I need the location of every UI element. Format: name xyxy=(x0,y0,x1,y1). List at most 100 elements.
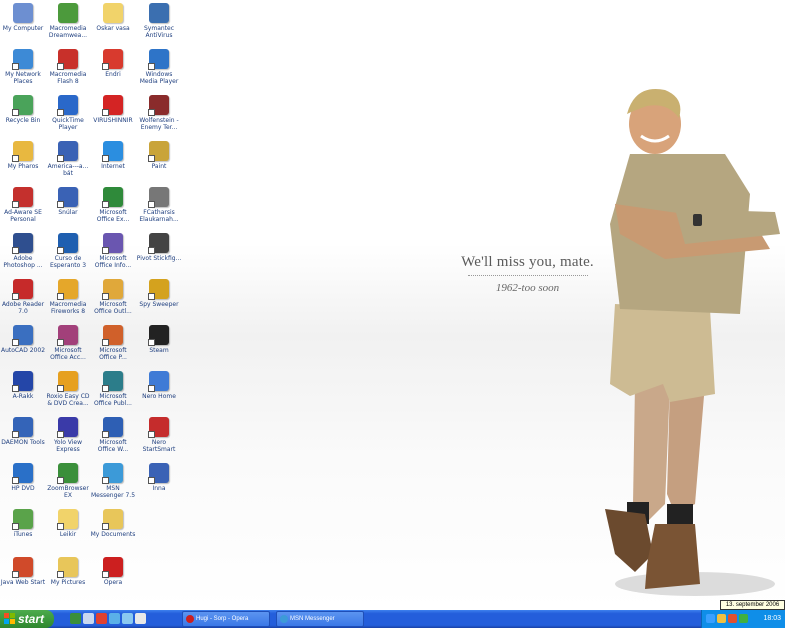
taskbar-task-button[interactable]: MSN Messenger xyxy=(276,611,364,627)
desktop-icon[interactable]: Opera xyxy=(90,556,136,586)
desktop-icon[interactable]: My Documents xyxy=(90,508,136,538)
desktop-icon-label: Steam xyxy=(149,347,169,354)
desktop-icon[interactable]: Curso de Esperanto 3 xyxy=(45,232,91,269)
adobe-reader-icon xyxy=(12,279,33,300)
desktop-icon[interactable]: Paint xyxy=(136,140,182,170)
desktop-icon[interactable]: A-Rakk xyxy=(0,370,46,400)
opera-icon xyxy=(186,615,194,623)
messenger-icon[interactable] xyxy=(109,613,120,624)
desktop-icon[interactable]: My Computer xyxy=(0,2,46,32)
desktop-icon-label: Microsoft Office Publ... xyxy=(94,393,132,407)
opera-icon[interactable] xyxy=(135,613,146,624)
tray-antivirus-icon[interactable] xyxy=(717,614,726,623)
desktop-icon[interactable]: Microsoft Office Ex... xyxy=(90,186,136,223)
desktop-icon[interactable]: VIRUSHINNIR xyxy=(90,94,136,124)
desktop-icon[interactable]: Macromedia Flash 8 xyxy=(45,48,91,85)
desktop-icon[interactable]: Wolfenstein - Enemy Ter... xyxy=(136,94,182,131)
desktop-icon[interactable]: Leikir xyxy=(45,508,91,538)
zoombrowser-icon xyxy=(57,463,78,484)
desktop-icon[interactable]: Recycle Bin xyxy=(0,94,46,124)
desktop-icon[interactable]: Macromedia Fireworks 8 xyxy=(45,278,91,315)
desktop-icon[interactable]: Pivot Stickfig... xyxy=(136,232,182,262)
desktop-icon-label: Microsoft Office Outl... xyxy=(94,301,132,315)
desktop-icon[interactable]: Java Web Start xyxy=(0,556,46,586)
desktop-icon-label: My Documents xyxy=(90,531,136,538)
tray-security-icon[interactable] xyxy=(728,614,737,623)
taskbar-task-button[interactable]: Hugi - Sorp - Opera xyxy=(182,611,270,627)
media-player-icon[interactable] xyxy=(96,613,107,624)
msn-icon xyxy=(280,615,288,623)
desktop-icon[interactable]: America---a... bát xyxy=(45,140,91,177)
desktop-icon[interactable]: Roxio Easy CD & DVD Crea... xyxy=(45,370,91,407)
desktop-icon-label: Yolo View Express xyxy=(53,439,83,453)
desktop-icon[interactable]: Macromedia Dreamwea... xyxy=(45,2,91,39)
start-button[interactable]: start xyxy=(0,610,54,628)
desktop-icon[interactable]: Yolo View Express xyxy=(45,416,91,453)
desktop-icon[interactable]: Steam xyxy=(136,324,182,354)
steam-icon xyxy=(148,325,169,346)
msn-icon xyxy=(102,463,123,484)
desktop-icon[interactable]: Microsoft Office Acc... xyxy=(45,324,91,361)
desktop-icon-label: Wolfenstein - Enemy Ter... xyxy=(139,117,179,131)
network-icon xyxy=(12,49,33,70)
desktop-icon-label: Oskar vasa xyxy=(96,25,130,32)
spy-sweeper-icon xyxy=(148,279,169,300)
desktop-icon[interactable]: Microsoft Office Publ... xyxy=(90,370,136,407)
tray-network-icon[interactable] xyxy=(706,614,715,623)
desktop-icon-label: Snúlar xyxy=(58,209,78,216)
desktop-icon[interactable]: Microsoft Office P... xyxy=(90,324,136,361)
desktop-icon-label: QuickTime Player xyxy=(52,117,84,131)
desktop-icon[interactable]: FCatharsis Elaukarnah... xyxy=(136,186,182,223)
desktop-icon[interactable]: ZoomBrowser EX xyxy=(45,462,91,499)
desktop-icon-label: Macromedia Flash 8 xyxy=(49,71,87,85)
desktop-icon[interactable]: AutoCAD 2002 xyxy=(0,324,46,354)
desktop-icon-label: A-Rakk xyxy=(12,393,34,400)
desktop-icon[interactable]: Nero Home xyxy=(136,370,182,400)
desktop-icon[interactable]: Adobe Reader 7.0 xyxy=(0,278,46,315)
roxio-icon xyxy=(57,371,78,392)
desktop-icon-label: Adobe Reader 7.0 xyxy=(1,301,45,315)
desktop-icon-label: Endri xyxy=(105,71,121,78)
desktop-icon[interactable]: My Pharos xyxy=(0,140,46,170)
desktop-icon-label: Macromedia Dreamwea... xyxy=(48,25,88,39)
desktop-icon-label: FCatharsis Elaukarnah... xyxy=(139,209,179,223)
desktop-icon-label: My Network Places xyxy=(5,71,41,85)
desktop-icon[interactable]: Endri xyxy=(90,48,136,78)
desktop-icon[interactable]: QuickTime Player xyxy=(45,94,91,131)
desktop-icon[interactable]: My Pictures xyxy=(45,556,91,586)
desktop-icon[interactable]: Symantec AntiVirus xyxy=(136,2,182,39)
wallpaper-photo xyxy=(605,89,780,596)
desktop-icon[interactable]: Microsoft Office Outl... xyxy=(90,278,136,315)
fireworks-icon xyxy=(57,279,78,300)
desktop-icon[interactable]: Windows Media Player xyxy=(136,48,182,85)
desktop-icon[interactable]: Internet xyxy=(90,140,136,170)
desktop-icon[interactable]: Nero StartSmart xyxy=(136,416,182,453)
media-player-icon xyxy=(148,49,169,70)
network-icon[interactable] xyxy=(83,613,94,624)
desktop[interactable]: My Computer Macromedia Dreamwea... Oskar v… xyxy=(0,0,785,610)
nero-home-icon xyxy=(148,371,169,392)
desktop-icon[interactable]: Inna xyxy=(136,462,182,492)
clock[interactable]: 18:03 xyxy=(763,610,781,628)
desktop-icon[interactable]: My Network Places xyxy=(0,48,46,85)
desktop-icon-label: Microsoft Office Info... xyxy=(94,255,132,269)
tribute-tagline: We'll miss you, mate. xyxy=(461,254,594,270)
desktop-icon[interactable]: HP DVD xyxy=(0,462,46,492)
desktop-icon[interactable]: Ad-Aware SE Personal xyxy=(0,186,46,223)
show-desktop-icon[interactable] xyxy=(70,613,81,624)
desktop-icon[interactable]: iTunes xyxy=(0,508,46,538)
desktop-icon[interactable]: Adobe Photoshop ... xyxy=(0,232,46,269)
tray-messenger-icon[interactable] xyxy=(739,614,748,623)
desktop-icon[interactable]: Spy Sweeper xyxy=(136,278,182,308)
desktop-icon-label: Spy Sweeper xyxy=(139,301,179,308)
publisher-icon xyxy=(102,371,123,392)
internet-explorer-icon[interactable] xyxy=(122,613,133,624)
lobster-icon xyxy=(148,187,169,208)
desktop-icon[interactable]: Microsoft Office Info... xyxy=(90,232,136,269)
desktop-icon[interactable]: Microsoft Office W... xyxy=(90,416,136,453)
word-doc-icon xyxy=(57,141,78,162)
desktop-icon[interactable]: DAEMON Tools xyxy=(0,416,46,446)
desktop-icon[interactable]: Oskar vasa xyxy=(90,2,136,32)
desktop-icon[interactable]: Snúlar xyxy=(45,186,91,216)
desktop-icon[interactable]: MSN Messenger 7.5 xyxy=(90,462,136,499)
